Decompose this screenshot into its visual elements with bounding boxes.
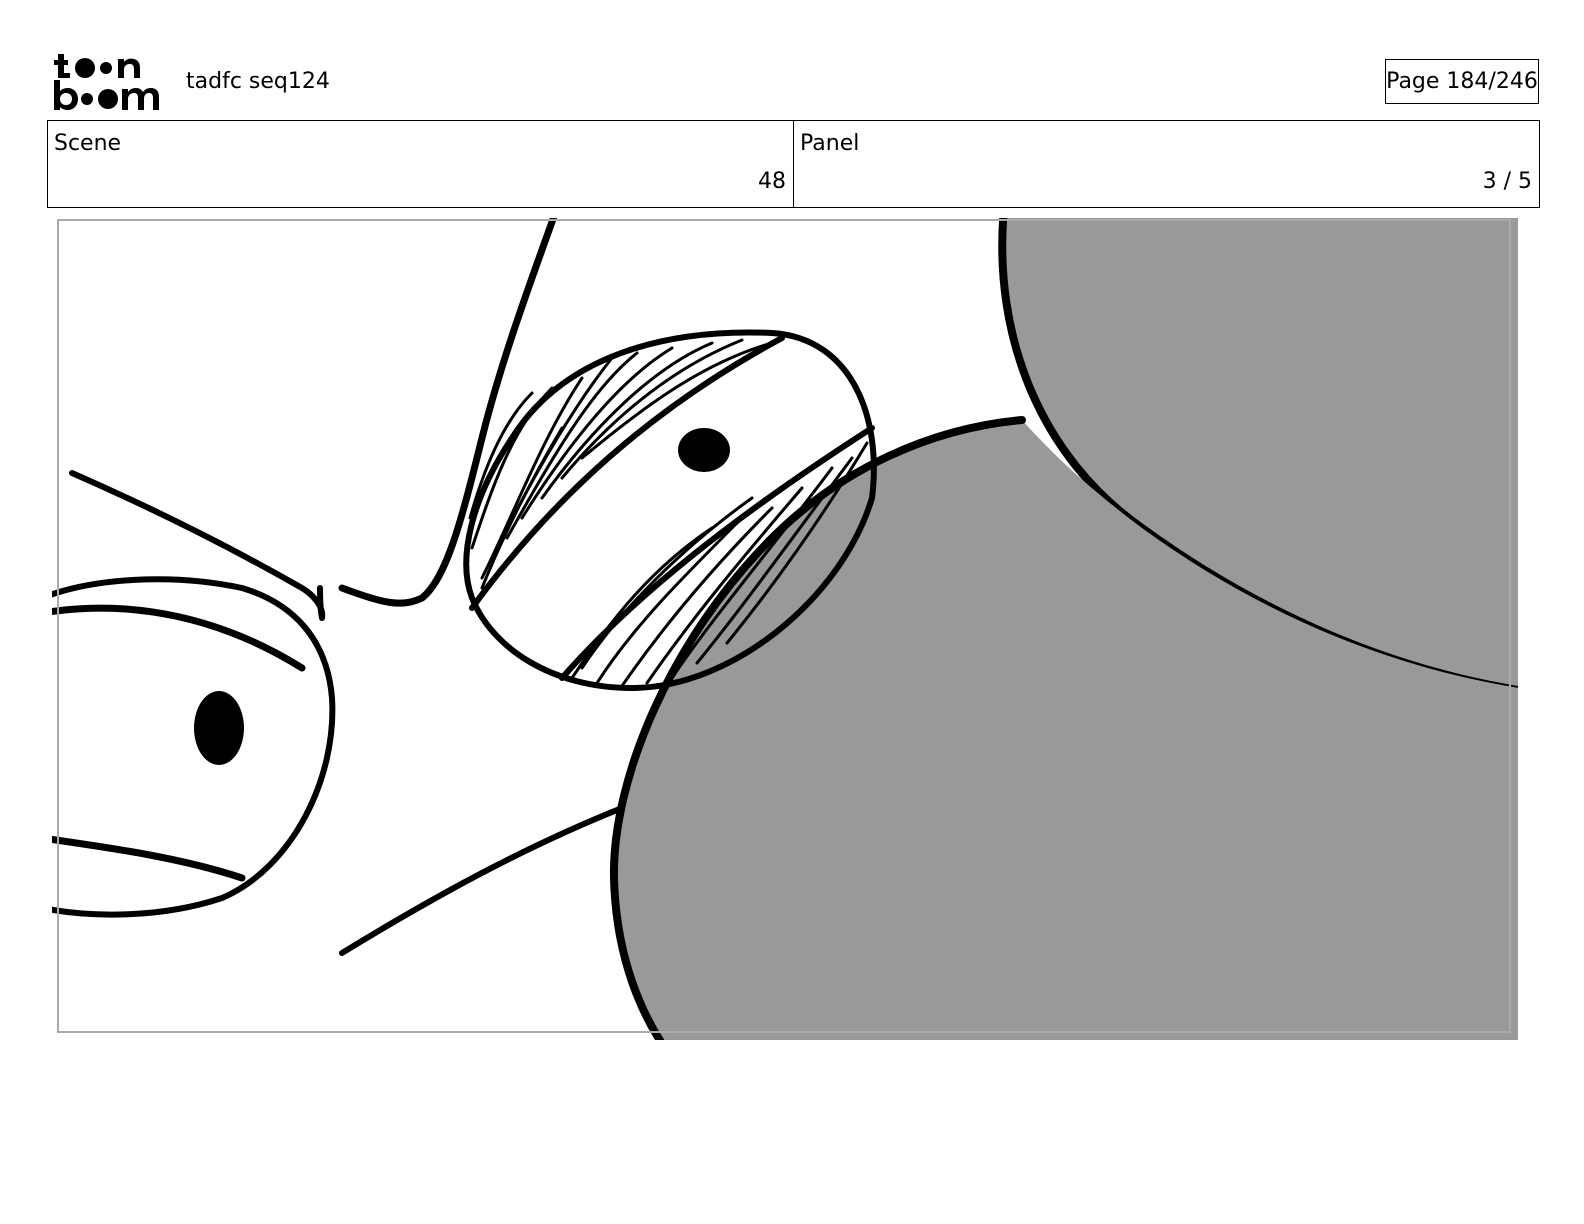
panel-label: Panel	[800, 131, 860, 156]
page-indicator: Page 184/246	[1385, 59, 1539, 104]
scene-panel-info-table: Scene 48 Panel 3 / 5	[47, 120, 1540, 208]
panel-value: 3 / 5	[1482, 169, 1532, 194]
scene-label: Scene	[54, 131, 122, 156]
panel-cell: Panel 3 / 5	[793, 121, 1539, 207]
scene-value: 48	[758, 169, 786, 194]
toon-boom-logo	[54, 54, 159, 110]
document-title: tadfc seq124	[186, 69, 330, 94]
right-pupil	[678, 428, 730, 472]
scene-cell: Scene 48	[48, 121, 793, 207]
storyboard-panel-image	[52, 218, 1518, 1040]
left-pupil	[194, 691, 244, 765]
